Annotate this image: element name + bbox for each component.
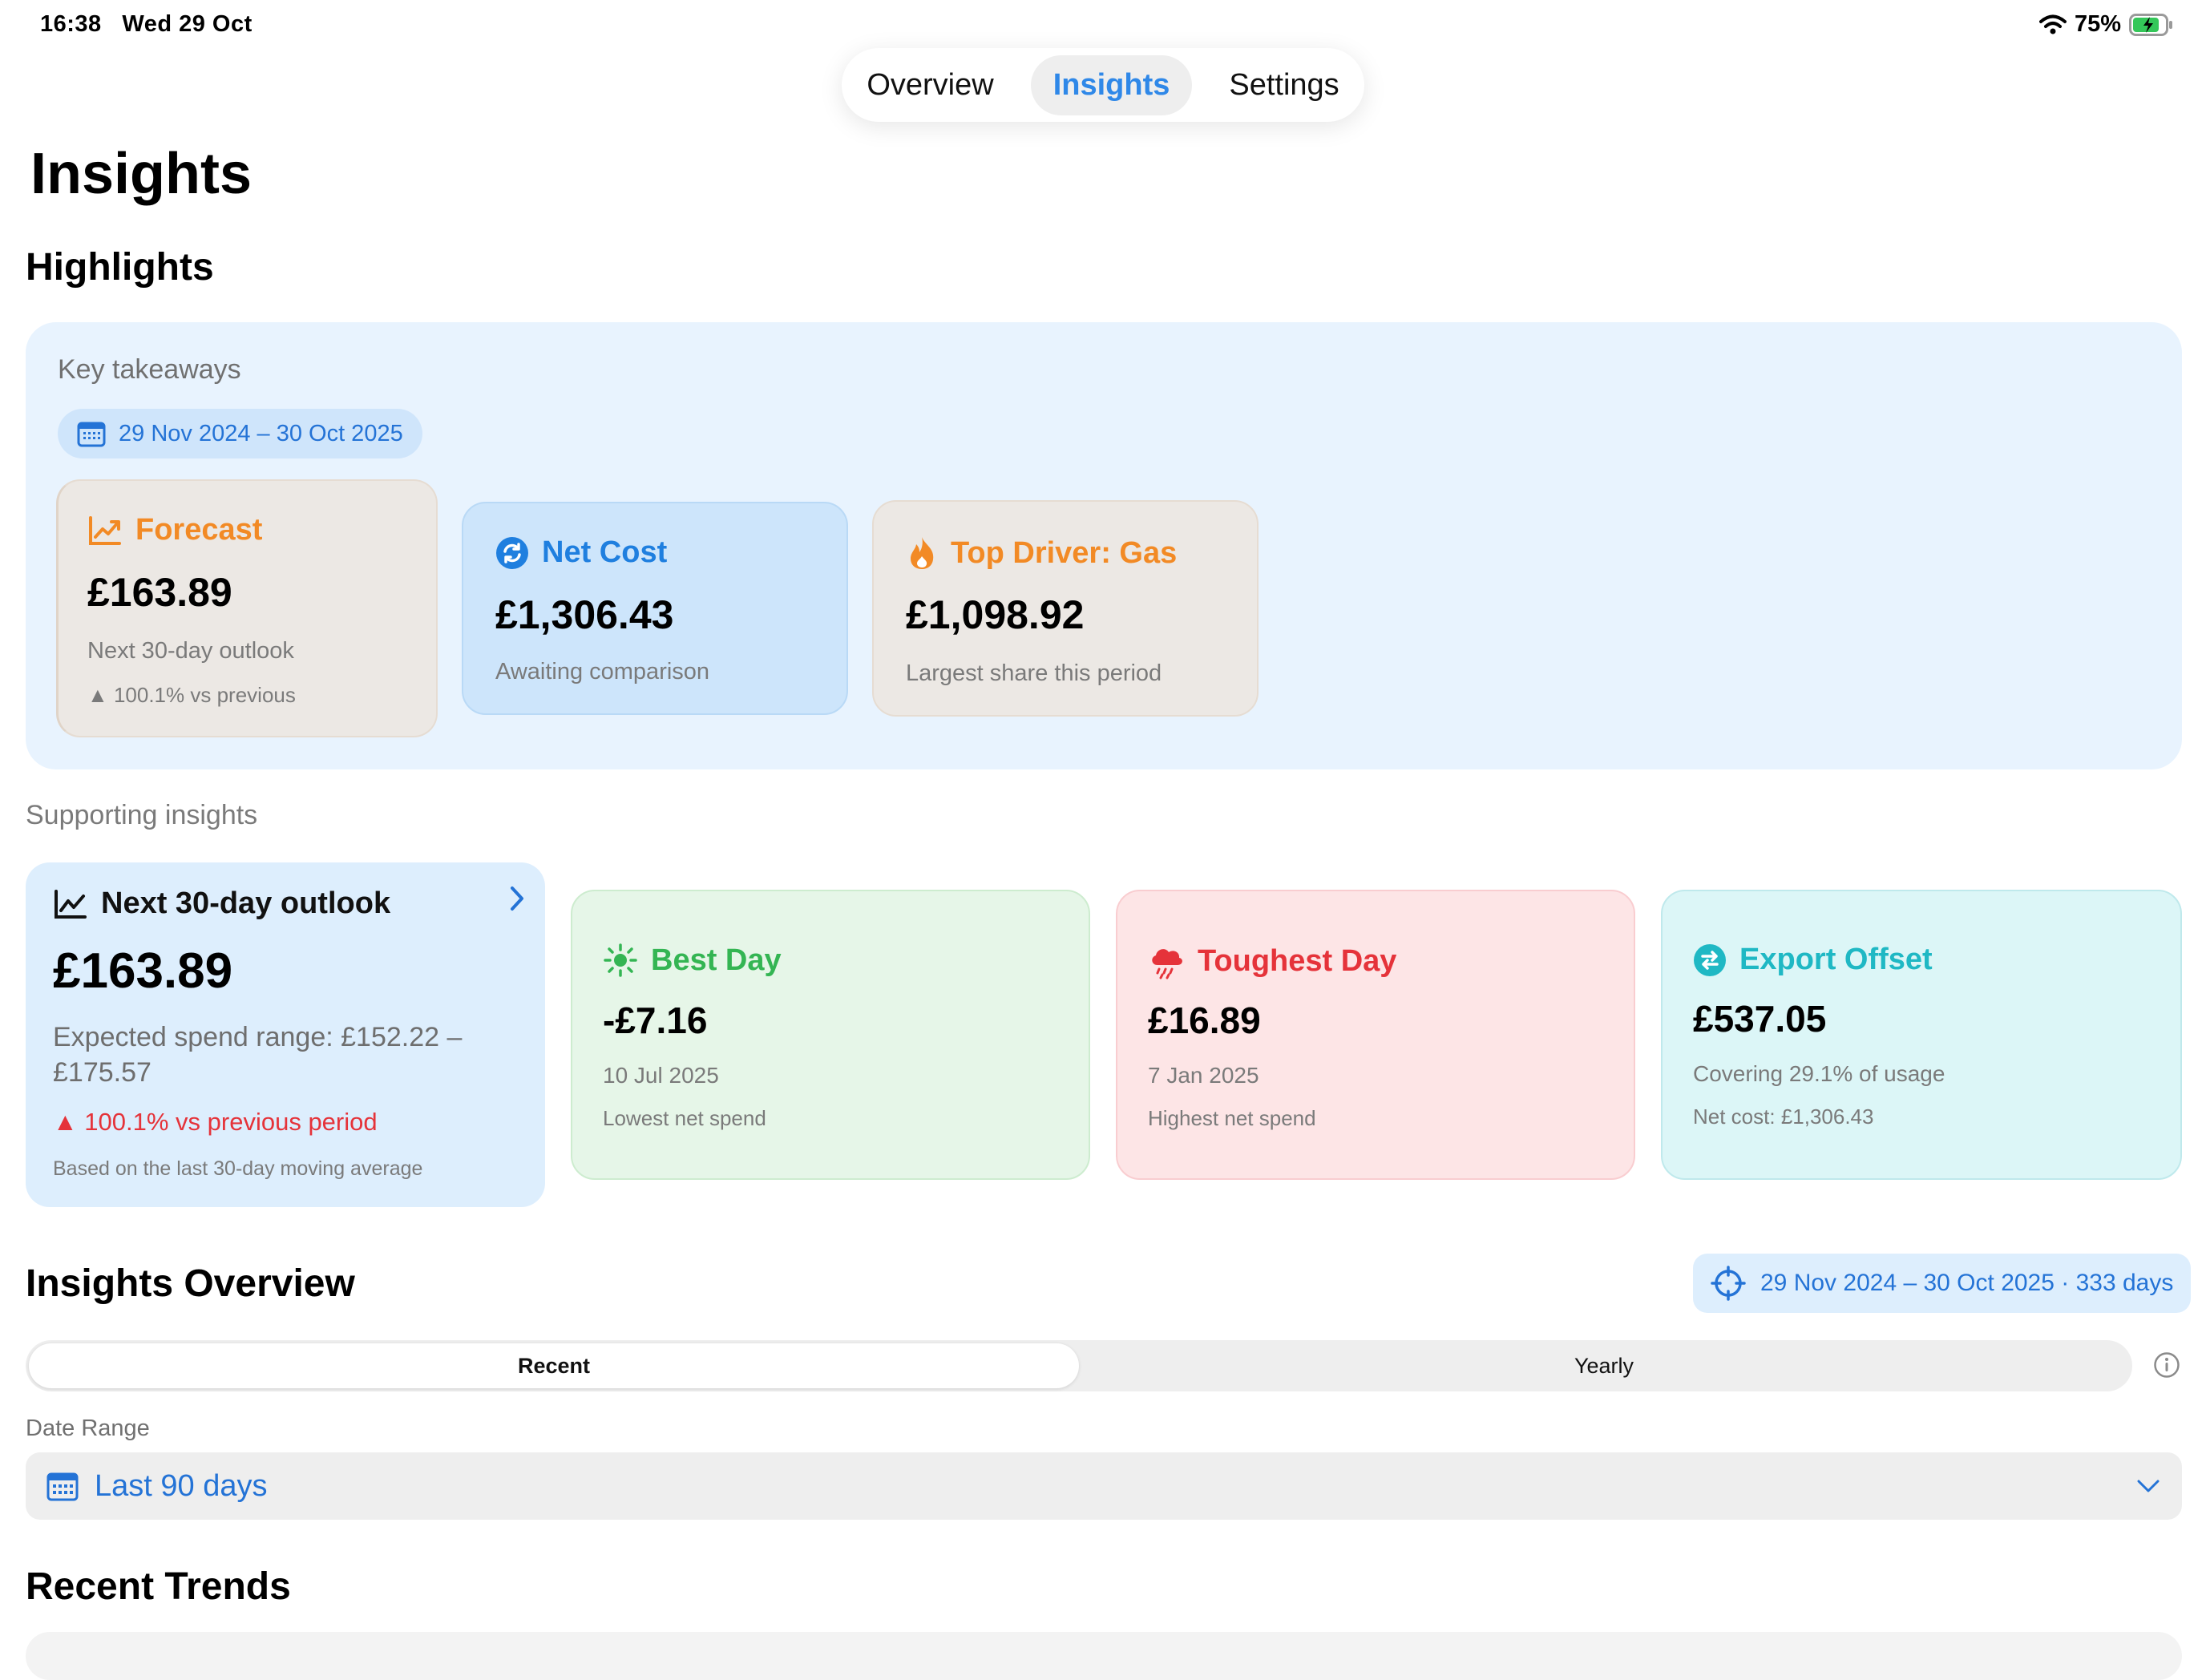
- recent-trends-card: [26, 1632, 2182, 1680]
- forecast-title-row: Forecast: [87, 513, 262, 547]
- tab-settings[interactable]: Settings: [1206, 55, 1361, 115]
- outlook-title: Next 30-day outlook: [101, 886, 391, 920]
- chart-line-icon: [55, 889, 87, 919]
- top-driver-value: £1,098.92: [906, 592, 1085, 637]
- top-driver-title-row: Top Driver: Gas: [906, 535, 1177, 571]
- export-offset-title-row: Export Offset: [1693, 943, 1933, 977]
- flame-icon: [911, 537, 934, 569]
- date-range-picker[interactable]: Last 90 days: [26, 1452, 2182, 1520]
- recent-yearly-segmented-control: Recent Yearly: [26, 1340, 2132, 1391]
- date-range-value: Last 90 days: [95, 1468, 268, 1503]
- battery-charging-icon: [2129, 13, 2172, 36]
- battery-percent: 75%: [2074, 11, 2121, 37]
- best-day-date: 10 Jul 2025: [603, 1063, 719, 1088]
- outlook-card[interactable]: Next 30-day outlook £163.89 Expected spe…: [26, 862, 545, 1207]
- tab-overview[interactable]: Overview: [844, 55, 1016, 115]
- forecast-change: ▲ 100.1% vs previous: [87, 683, 296, 707]
- outlook-value: £163.89: [53, 943, 233, 999]
- toughest-day-value: £16.89: [1148, 1000, 1261, 1041]
- status-date: Wed 29 Oct: [122, 11, 253, 37]
- toughest-day-title: Toughest Day: [1198, 943, 1397, 978]
- best-day-title-row: Best Day: [603, 943, 782, 978]
- recent-trends-heading: Recent Trends: [26, 1565, 291, 1608]
- date-range-label: Date Range: [26, 1415, 150, 1441]
- status-time: 16:38: [40, 11, 102, 37]
- chevron-right-icon[interactable]: [508, 885, 526, 912]
- export-offset-subtitle: Covering 29.1% of usage: [1693, 1061, 1945, 1086]
- net-cost-card[interactable]: Net Cost £1,306.43 Awaiting comparison: [462, 502, 848, 715]
- segment-recent[interactable]: Recent: [29, 1343, 1079, 1388]
- exchange-circle-icon: [1694, 943, 1726, 976]
- supporting-insights-caption: Supporting insights: [26, 800, 258, 830]
- segment-yearly[interactable]: Yearly: [1079, 1343, 2129, 1388]
- storm-cloud-icon: [1152, 949, 1182, 979]
- highlights-heading: Highlights: [26, 246, 214, 289]
- overview-range-text: 29 Nov 2024 – 30 Oct 2025 · 333 days: [1760, 1270, 2174, 1296]
- crosshair-icon: [1711, 1266, 1746, 1301]
- outlook-note: Based on the last 30-day moving average: [53, 1157, 423, 1180]
- refresh-circle-icon: [496, 536, 528, 569]
- chevron-down-icon: [2137, 1480, 2160, 1492]
- best-day-title: Best Day: [651, 943, 782, 977]
- toughest-day-subtitle: Highest net spend: [1148, 1106, 1316, 1130]
- outlook-change: ▲ 100.1% vs previous period: [53, 1108, 378, 1136]
- forecast-title: Forecast: [135, 513, 263, 547]
- best-day-subtitle: Lowest net spend: [603, 1106, 766, 1130]
- sun-icon: [604, 943, 637, 977]
- export-offset-value: £537.05: [1693, 998, 1827, 1040]
- net-cost-title: Net Cost: [542, 535, 668, 569]
- toughest-day-card[interactable]: Toughest Day £16.89 7 Jan 2025 Highest n…: [1116, 890, 1635, 1180]
- net-cost-subtitle: Awaiting comparison: [495, 659, 710, 685]
- forecast-value: £163.89: [87, 570, 232, 615]
- best-day-card[interactable]: Best Day -£7.16 10 Jul 2025 Lowest net s…: [571, 890, 1090, 1180]
- page-title: Insights: [30, 142, 253, 206]
- net-cost-title-row: Net Cost: [495, 535, 667, 570]
- date-range-chip[interactable]: 29 Nov 2024 – 30 Oct 2025: [58, 409, 422, 458]
- status-bar-clock: 16:38 Wed 29 Oct: [40, 11, 253, 38]
- net-cost-value: £1,306.43: [495, 592, 674, 637]
- calendar-icon: [46, 1472, 79, 1501]
- export-offset-note: Net cost: £1,306.43: [1693, 1105, 1874, 1129]
- toughest-day-date: 7 Jan 2025: [1148, 1063, 1259, 1088]
- forecast-card[interactable]: Forecast £163.89 Next 30-day outlook ▲ 1…: [56, 479, 438, 737]
- top-tab-bar: Overview Insights Settings: [842, 48, 1364, 122]
- top-driver-title: Top Driver: Gas: [951, 535, 1178, 570]
- outlook-title-row: Next 30-day outlook: [53, 886, 390, 921]
- key-takeaways-caption: Key takeaways: [58, 354, 241, 385]
- export-offset-card[interactable]: Export Offset £537.05 Covering 29.1% of …: [1661, 890, 2182, 1180]
- overview-range-chip[interactable]: 29 Nov 2024 – 30 Oct 2025 · 333 days: [1693, 1254, 2192, 1313]
- toughest-day-title-row: Toughest Day: [1148, 943, 1396, 979]
- forecast-subtitle: Next 30-day outlook: [87, 638, 294, 664]
- best-day-value: -£7.16: [603, 1000, 708, 1041]
- wifi-icon: [2038, 14, 2067, 34]
- trend-up-icon: [89, 515, 121, 545]
- tab-insights[interactable]: Insights: [1030, 55, 1193, 115]
- calendar-icon: [77, 422, 106, 447]
- status-bar-indicators: 75%: [2038, 11, 2174, 38]
- top-driver-card[interactable]: Top Driver: Gas £1,098.92 Largest share …: [872, 500, 1259, 717]
- date-range-text: 29 Nov 2024 – 30 Oct 2025: [119, 420, 403, 446]
- top-driver-subtitle: Largest share this period: [906, 660, 1162, 686]
- info-icon[interactable]: [2153, 1351, 2180, 1379]
- export-offset-title: Export Offset: [1739, 943, 1933, 976]
- insights-overview-heading: Insights Overview: [26, 1262, 355, 1305]
- outlook-range: Expected spend range: £152.22 – £175.57: [53, 1022, 463, 1088]
